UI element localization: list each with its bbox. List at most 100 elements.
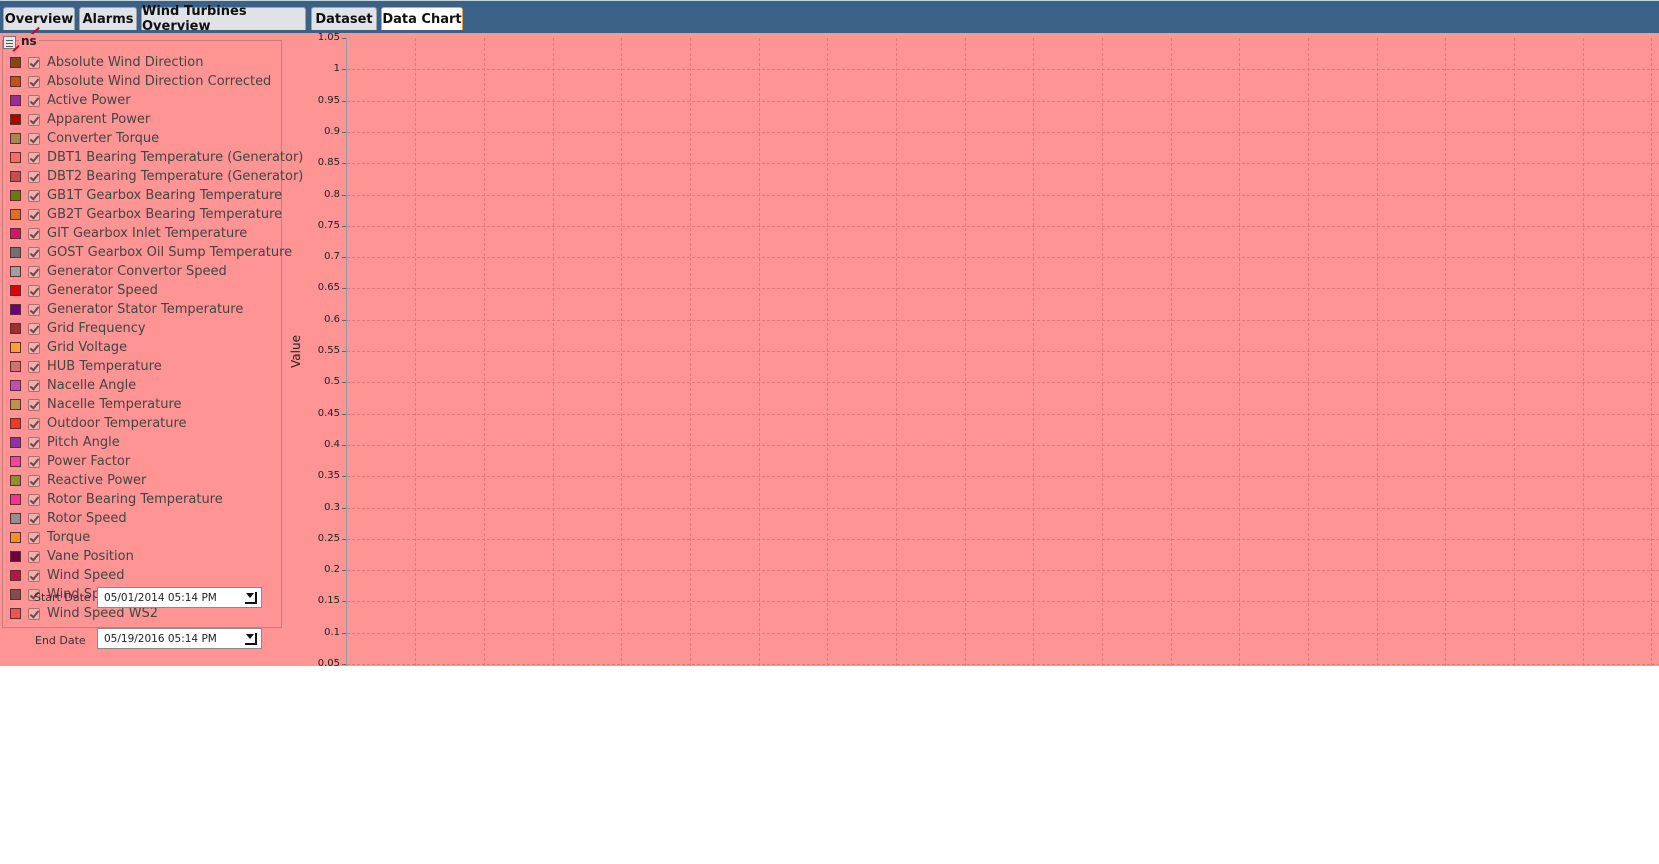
tab-wind-turbines-overview[interactable]: Wind Turbines Overview [141, 4, 306, 34]
series-color-swatch [10, 76, 21, 87]
y-tick-label: 0.8 [324, 188, 340, 200]
series-color-swatch [10, 456, 21, 467]
y-tick-label: 0.05 [317, 658, 340, 669]
series-checkbox[interactable] [28, 341, 40, 354]
series-checkbox[interactable] [28, 284, 40, 297]
legend-item[interactable]: Absolute Wind Direction Corrected [10, 72, 303, 91]
legend-item[interactable]: Generator Convertor Speed [10, 262, 303, 281]
series-label: GB2T Gearbox Bearing Temperature [47, 207, 283, 222]
horizontal-grid-line [347, 319, 1659, 321]
series-label: Nacelle Temperature [47, 397, 182, 412]
legend-item[interactable]: GIT Gearbox Inlet Temperature [10, 224, 303, 243]
series-checkbox[interactable] [28, 322, 40, 335]
series-checkbox[interactable] [28, 512, 40, 525]
series-checkbox[interactable] [28, 398, 40, 411]
series-checkbox[interactable] [28, 360, 40, 373]
legend-item[interactable]: Wind Speed [10, 566, 303, 585]
horizontal-grid-line [347, 194, 1659, 196]
horizontal-grid-line [347, 257, 1659, 259]
y-tick-label: 0.25 [317, 532, 340, 544]
legend-item[interactable]: Rotor Speed [10, 509, 303, 528]
legend-item[interactable]: Pitch Angle [10, 433, 303, 452]
start-date-field[interactable]: 05/01/2014 05:14 PM [97, 587, 262, 608]
series-color-swatch [10, 532, 21, 543]
legend-item[interactable]: DBT2 Bearing Temperature (Generator) [10, 167, 303, 186]
series-checkbox[interactable] [28, 569, 40, 582]
series-checkbox[interactable] [28, 189, 40, 202]
legend-item[interactable]: DBT1 Bearing Temperature (Generator) [10, 148, 303, 167]
tab-dataset[interactable]: Dataset [311, 7, 377, 30]
series-checkbox[interactable] [28, 550, 40, 563]
legend-item[interactable]: Apparent Power [10, 110, 303, 129]
legend-item[interactable]: Grid Voltage [10, 338, 303, 357]
legend-item[interactable]: Nacelle Angle [10, 376, 303, 395]
legend-item[interactable]: Reactive Power [10, 471, 303, 490]
series-checkbox[interactable] [28, 417, 40, 430]
series-color-swatch [10, 228, 21, 239]
series-checkbox[interactable] [28, 493, 40, 506]
series-checkbox[interactable] [28, 474, 40, 487]
y-tick-mark [342, 225, 346, 227]
series-label: Wind Speed WS2 [47, 606, 159, 621]
series-checkbox[interactable] [28, 132, 40, 145]
series-label: Rotor Speed [47, 511, 127, 526]
series-checkbox[interactable] [28, 170, 40, 183]
series-checkbox[interactable] [28, 113, 40, 126]
series-checkbox[interactable] [28, 75, 40, 88]
legend-item[interactable]: GOST Gearbox Oil Sump Temperature [10, 243, 303, 262]
series-label: Rotor Bearing Temperature [47, 492, 223, 507]
legend-item[interactable]: GB2T Gearbox Bearing Temperature [10, 205, 303, 224]
series-color-swatch [10, 190, 21, 201]
y-tick-mark [342, 38, 346, 39]
series-checkbox[interactable] [28, 208, 40, 221]
y-tick-mark [342, 163, 346, 165]
horizontal-grid-line [347, 507, 1659, 509]
legend-item[interactable]: Nacelle Temperature [10, 395, 303, 414]
series-checkbox[interactable] [28, 607, 40, 620]
y-tick-label: 0.2 [324, 564, 340, 576]
legend-item[interactable]: Generator Speed [10, 281, 303, 300]
series-color-swatch [10, 57, 21, 68]
legend-item[interactable]: Power Factor [10, 452, 303, 471]
series-checkbox[interactable] [28, 94, 40, 107]
legend-item[interactable]: Grid Frequency [10, 319, 303, 338]
horizontal-grid-line [347, 664, 1659, 665]
series-color-swatch [10, 513, 21, 524]
y-tick-mark [342, 632, 346, 634]
y-axis-label: Value [289, 335, 303, 368]
series-color-swatch [10, 133, 21, 144]
y-tick-mark [342, 131, 346, 133]
series-checkbox[interactable] [28, 151, 40, 164]
series-checkbox[interactable] [28, 265, 40, 278]
series-checkbox[interactable] [28, 436, 40, 449]
panel-menu-icon[interactable] [3, 36, 16, 49]
legend-item[interactable]: GB1T Gearbox Bearing Temperature [10, 186, 303, 205]
series-checkbox[interactable] [28, 303, 40, 316]
legend-item[interactable]: Rotor Bearing Temperature [10, 490, 303, 509]
tab-data-chart[interactable]: Data Chart [381, 7, 463, 30]
y-tick-label: 0.95 [317, 94, 340, 106]
start-date-dropdown-icon[interactable] [245, 592, 257, 604]
legend-item[interactable]: Outdoor Temperature [10, 414, 303, 433]
legend-item[interactable]: Active Power [10, 91, 303, 110]
series-color-swatch [10, 608, 21, 619]
legend-item[interactable]: Generator Stator Temperature [10, 300, 303, 319]
legend-item[interactable]: Absolute Wind Direction [10, 53, 303, 72]
end-date-field[interactable]: 05/19/2016 05:14 PM [97, 628, 262, 649]
series-checkbox[interactable] [28, 246, 40, 259]
series-checkbox[interactable] [28, 379, 40, 392]
series-color-swatch [10, 247, 21, 258]
legend-item[interactable]: Vane Position [10, 547, 303, 566]
tab-alarms[interactable]: Alarms [79, 7, 137, 30]
series-checkbox[interactable] [28, 455, 40, 468]
y-tick-mark [342, 476, 346, 478]
series-checkbox[interactable] [28, 531, 40, 544]
plot-area[interactable] [346, 38, 1659, 666]
end-date-dropdown-icon[interactable] [245, 633, 257, 645]
legend-item[interactable]: HUB Temperature [10, 357, 303, 376]
series-checkbox[interactable] [28, 227, 40, 240]
series-checkbox[interactable] [28, 56, 40, 69]
series-color-swatch [10, 152, 21, 163]
legend-item[interactable]: Converter Torque [10, 129, 303, 148]
legend-item[interactable]: Torque [10, 528, 303, 547]
